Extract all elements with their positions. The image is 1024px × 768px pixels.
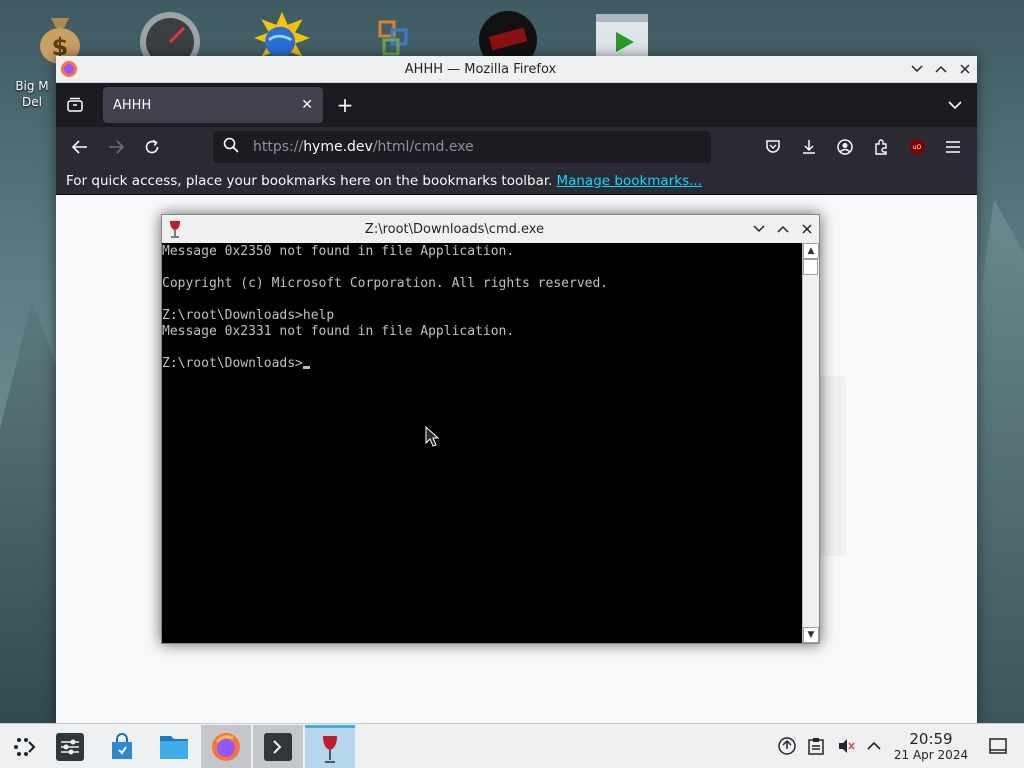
terminal-icon[interactable] (253, 725, 303, 768)
tab-bar: AHHH ✕ + (56, 83, 977, 127)
cmd-close-button[interactable] (795, 216, 819, 243)
cmd-maximize-button[interactable] (771, 216, 795, 243)
downloads-icon[interactable] (791, 131, 827, 163)
reload-button[interactable] (134, 131, 170, 163)
cmd-window: Z:\root\Downloads\cmd.exe Message 0x2350… (161, 214, 820, 644)
tab-close-icon[interactable]: ✕ (301, 97, 313, 113)
svg-text:uO: uO (913, 144, 922, 151)
mouse-pointer-icon (425, 425, 440, 448)
update-notifier-icon[interactable] (777, 736, 797, 756)
extensions-icon[interactable] (863, 131, 899, 163)
scrollbar[interactable]: ▲ ▼ (802, 243, 819, 643)
account-icon[interactable] (827, 131, 863, 163)
cmd-minimize-button[interactable] (747, 216, 771, 243)
firefox-view-icon[interactable] (56, 83, 94, 127)
nav-toolbar-right: uO (755, 131, 971, 163)
ublock-origin-icon[interactable]: uO (899, 131, 935, 163)
digital-clock[interactable]: 20:59 21 Apr 2024 (890, 730, 972, 762)
app-launcher-icon[interactable] (0, 725, 50, 768)
system-settings-icon[interactable] (45, 725, 95, 768)
taskbar-firefox-icon[interactable] (201, 725, 251, 768)
list-all-tabs-icon[interactable] (941, 91, 969, 119)
search-icon (223, 137, 239, 157)
nav-bar: https://hyme.dev/html/cmd.exe uO (56, 127, 977, 167)
terminal-line: Z:\root\Downloads>help (162, 308, 335, 323)
taskbar: 20:59 21 Apr 2024 (0, 723, 1024, 768)
clipboard-icon[interactable] (806, 736, 826, 756)
wine-glass-icon (168, 220, 182, 238)
url-prefix: https:// (253, 139, 304, 155)
minimize-button[interactable] (905, 56, 929, 83)
terminal-line: Message 0x2331 not found in file Applica… (162, 324, 515, 339)
url-host: hyme.dev (303, 139, 373, 155)
taskbar-wine-icon[interactable] (305, 725, 355, 768)
bookmarks-toolbar: For quick access, place your bookmarks h… (56, 167, 977, 195)
discover-store-icon[interactable] (97, 725, 147, 768)
background-panel (816, 376, 846, 556)
menu-hamburger-icon[interactable] (935, 131, 971, 163)
scroll-up-button[interactable]: ▲ (803, 243, 819, 259)
terminal-line: Message 0x2350 not found in file Applica… (162, 244, 515, 259)
window-title: AHHH — Mozilla Firefox (404, 61, 557, 77)
scroll-down-button[interactable]: ▼ (803, 627, 819, 643)
clock-date: 21 Apr 2024 (893, 748, 969, 762)
clock-time: 20:59 (909, 730, 953, 748)
manage-bookmarks-link[interactable]: Manage bookmarks... (556, 173, 702, 189)
show-desktop-icon[interactable] (988, 736, 1008, 756)
maximize-button[interactable] (929, 56, 953, 83)
url-path: /html/cmd.exe (372, 139, 474, 155)
forward-button[interactable] (98, 131, 134, 163)
firefox-titlebar: AHHH — Mozilla Firefox (56, 56, 977, 83)
back-button[interactable] (62, 131, 98, 163)
cmd-title: Z:\root\Downloads\cmd.exe (364, 221, 545, 237)
tab-ahhh[interactable]: AHHH ✕ (103, 87, 323, 123)
firefox-icon (60, 60, 78, 78)
text-cursor (302, 366, 310, 369)
terminal-output[interactable]: Message 0x2350 not found in file Applica… (162, 243, 802, 643)
url-bar[interactable]: https://hyme.dev/html/cmd.exe (213, 131, 711, 163)
desktop-icon-label: Big M Del (15, 79, 49, 109)
terminal-line: Copyright (c) Microsoft Corporation. All… (162, 276, 609, 291)
volume-muted-icon[interactable] (836, 736, 856, 756)
pocket-icon[interactable] (755, 131, 791, 163)
terminal-prompt: Z:\root\Downloads> (162, 356, 303, 371)
cmd-titlebar: Z:\root\Downloads\cmd.exe (162, 215, 819, 243)
close-button[interactable] (953, 56, 977, 83)
bookmarks-hint: For quick access, place your bookmarks h… (66, 172, 553, 189)
file-manager-icon[interactable] (149, 725, 199, 768)
tab-title: AHHH (113, 97, 152, 113)
terminal-prompt-line[interactable]: Z:\root\Downloads> (162, 356, 802, 372)
scroll-thumb[interactable] (803, 259, 818, 275)
new-tab-button[interactable]: + (327, 87, 363, 123)
system-tray-expand-icon[interactable] (864, 736, 884, 756)
